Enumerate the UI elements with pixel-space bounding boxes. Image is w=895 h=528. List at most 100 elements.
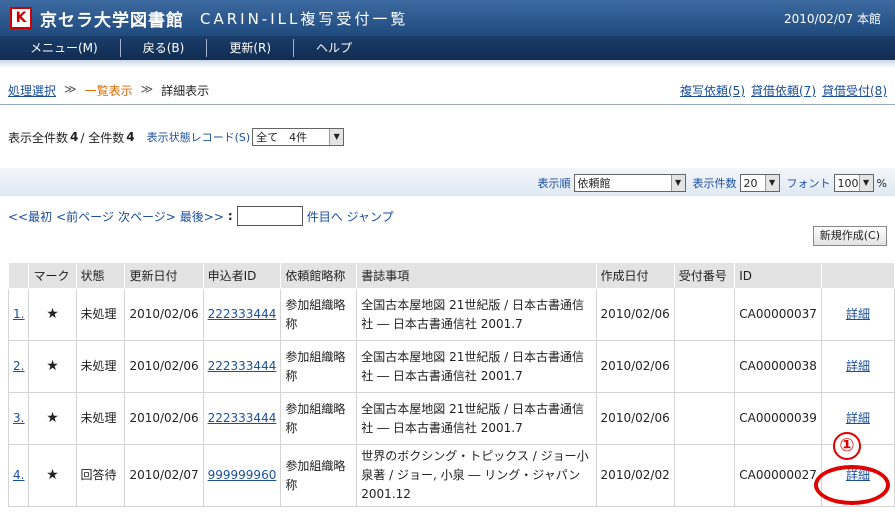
col-header-receipt[interactable]: 受付番号 xyxy=(673,262,736,289)
record-state-select[interactable]: 全て 4件 ▼ xyxy=(252,128,345,146)
created-date-cell: 2010/02/06 xyxy=(595,288,675,341)
menu-item-back[interactable]: 戻る(B) xyxy=(121,39,208,57)
col-header-status[interactable]: 状態 xyxy=(75,262,126,289)
loan-request-link[interactable]: 貸借依頼(7) xyxy=(751,82,816,99)
row-number-link[interactable]: 2. xyxy=(13,359,24,373)
id-cell: CA00000027 xyxy=(734,444,822,507)
new-button[interactable]: 新規作成(C) xyxy=(812,226,887,246)
detail-link[interactable]: 詳細 xyxy=(846,411,870,425)
applicant-id-link[interactable]: 999999960 xyxy=(208,468,277,482)
loan-receipt-link[interactable]: 貸借受付(8) xyxy=(822,82,887,99)
biblio-cell: 世界のボクシング・トピックス / ジョー小泉著 / ジョー, 小泉 ― リング・… xyxy=(356,444,597,507)
library-cell: 参加組織略称 xyxy=(280,288,358,341)
table-header-row: マーク 状態 更新日付 申込者ID 依頼館略称 書誌事項 作成日付 受付番号 I… xyxy=(7,262,895,289)
sort-order-select[interactable]: 依頼館 ▼ xyxy=(573,174,686,192)
col-header-applicant[interactable]: 申込者ID xyxy=(202,262,282,289)
pager-colon: : xyxy=(227,209,233,223)
updated-date-cell: 2010/02/06 xyxy=(124,392,204,445)
dropdown-arrow-icon: ▼ xyxy=(329,129,344,145)
col-header-library[interactable]: 依頼館略称 xyxy=(280,262,358,289)
col-header-mark[interactable]: マーク xyxy=(28,262,77,289)
status-cell: 回答待 xyxy=(75,444,126,507)
library-cell: 参加組織略称 xyxy=(280,444,358,507)
dropdown-arrow-icon: ▼ xyxy=(670,175,685,191)
detail-link[interactable]: 詳細 xyxy=(846,307,870,321)
updated-date-cell: 2010/02/06 xyxy=(124,340,204,393)
receipt-cell xyxy=(673,288,736,341)
applicant-id-link[interactable]: 222333444 xyxy=(208,411,277,425)
font-unit: % xyxy=(876,176,887,190)
library-cell: 参加組織略称 xyxy=(280,392,358,445)
pager-last[interactable]: 最後>> xyxy=(180,208,224,225)
jump-input[interactable] xyxy=(236,206,303,226)
row-number-link[interactable]: 1. xyxy=(13,307,24,321)
biblio-cell: 全国古本屋地図 21世紀版 / 日本古書通信社 ― 日本古書通信社 2001.7 xyxy=(356,288,597,341)
table-row: 2. ★ 未処理 2010/02/06 222333444 参加組織略称 全国古… xyxy=(7,340,895,393)
updated-date-cell: 2010/02/07 xyxy=(124,444,204,507)
detail-link[interactable]: 詳細 xyxy=(846,359,870,373)
receipt-cell xyxy=(673,392,736,445)
record-state-label: 表示状態レコード(S) xyxy=(146,131,251,144)
date-branch: 2010/02/07 本館 xyxy=(784,12,881,26)
menu-shadow xyxy=(0,60,895,68)
applicant-id-link[interactable]: 222333444 xyxy=(208,307,277,321)
per-page-select[interactable]: 20 ▼ xyxy=(739,174,780,192)
library-cell: 参加組織略称 xyxy=(280,340,358,393)
menu-bar: メニュー(M) 戻る(B) 更新(R) ヘルプ xyxy=(0,36,895,60)
request-links: 複写依頼(5) 貸借依頼(7) 貸借受付(8) xyxy=(680,82,887,99)
receipt-cell xyxy=(673,444,736,507)
per-page-label: 表示件数 xyxy=(692,177,737,190)
font-size-label: フォント xyxy=(786,177,831,190)
col-header-biblio[interactable]: 書誌事項 xyxy=(356,262,597,289)
request-table: マーク 状態 更新日付 申込者ID 依頼館略称 書誌事項 作成日付 受付番号 I… xyxy=(7,262,895,507)
breadcrumb-process-select[interactable]: 処理選択 xyxy=(8,82,56,99)
row-number-link[interactable]: 3. xyxy=(13,411,24,425)
app-header: K 京セラ大学図書館 CARIN-ILL複写受付一覧 2010/02/07 本館 xyxy=(0,0,895,36)
id-cell: CA00000039 xyxy=(734,392,822,445)
col-header-num xyxy=(7,262,30,289)
col-header-action xyxy=(820,262,895,289)
menu-item-refresh[interactable]: 更新(R) xyxy=(207,39,295,57)
table-row: 4. ★ 回答待 2010/02/07 999999960 参加組織略称 世界の… xyxy=(7,444,895,507)
col-header-updated[interactable]: 更新日付 xyxy=(124,262,204,289)
status-cell: 未処理 xyxy=(75,288,126,341)
row-number-link[interactable]: 4. xyxy=(13,468,24,482)
pager-first[interactable]: <<最初 xyxy=(8,208,52,225)
id-cell: CA00000038 xyxy=(734,340,822,393)
copy-request-link[interactable]: 複写依頼(5) xyxy=(680,82,745,99)
sort-order-label: 表示順 xyxy=(537,177,571,190)
display-count-label: 表示全件数 xyxy=(8,130,69,145)
menu-item-help[interactable]: ヘルプ xyxy=(294,39,374,57)
breadcrumb-separator: ≫ xyxy=(140,82,154,96)
updated-date-cell: 2010/02/06 xyxy=(124,288,204,341)
star-mark-icon: ★ xyxy=(46,467,59,483)
table-row: 1. ★ 未処理 2010/02/06 222333444 参加組織略称 全国古… xyxy=(7,288,895,341)
created-date-cell: 2010/02/06 xyxy=(595,392,675,445)
menu-item-menu[interactable]: メニュー(M) xyxy=(0,39,121,57)
app-subtitle: CARIN-ILL複写受付一覧 xyxy=(200,9,409,28)
display-count: 4 xyxy=(70,130,79,144)
breadcrumb-list-view: 一覧表示 xyxy=(84,84,133,98)
annotation-ring xyxy=(814,465,890,505)
breadcrumb-detail-view: 詳細表示 xyxy=(161,84,210,98)
id-cell: CA00000037 xyxy=(734,288,822,341)
table-row: 3. ★ 未処理 2010/02/06 222333444 参加組織略称 全国古… xyxy=(7,392,895,445)
pager-prev[interactable]: <前ページ xyxy=(56,208,114,225)
breadcrumb: 処理選択 ≫ 一覧表示 ≫ 詳細表示 xyxy=(8,82,209,99)
status-cell: 未処理 xyxy=(75,340,126,393)
biblio-cell: 全国古本屋地図 21世紀版 / 日本古書通信社 ― 日本古書通信社 2001.7 xyxy=(356,340,597,393)
star-mark-icon: ★ xyxy=(46,410,59,426)
created-date-cell: 2010/02/06 xyxy=(595,340,675,393)
col-header-created[interactable]: 作成日付 xyxy=(595,262,675,289)
dropdown-arrow-icon: ▼ xyxy=(858,175,873,191)
pager-next[interactable]: 次ページ> xyxy=(118,208,176,225)
divider xyxy=(0,104,895,105)
pager: <<最初 <前ページ 次ページ> 最後>> : 件目へ ジャンプ xyxy=(8,206,394,226)
breadcrumb-separator: ≫ xyxy=(64,82,77,96)
col-header-id[interactable]: ID xyxy=(734,262,822,289)
annotation-number: ① xyxy=(833,432,861,460)
applicant-id-link[interactable]: 222333444 xyxy=(208,359,277,373)
jump-link[interactable]: 件目へ ジャンプ xyxy=(307,208,394,225)
kyocera-logo-icon: K xyxy=(10,7,32,29)
font-size-select[interactable]: 100 ▼ xyxy=(833,174,874,192)
